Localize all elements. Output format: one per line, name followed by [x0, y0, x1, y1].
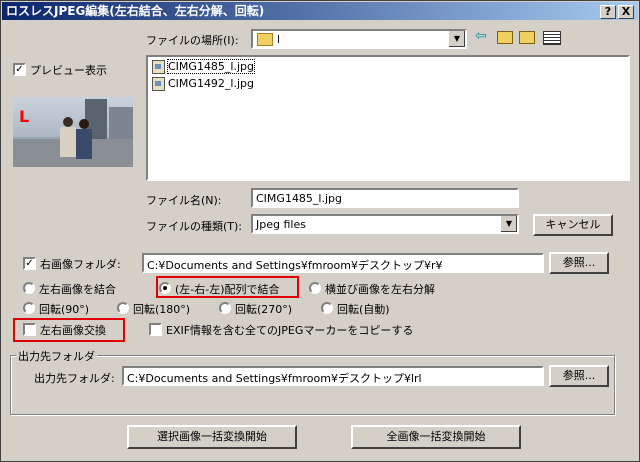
help-button[interactable]: ?: [600, 5, 616, 19]
filetype-value: Jpeg files: [256, 218, 306, 231]
right-folder-input[interactable]: C:¥Documents and Settings¥fmroom¥デスクトップ¥…: [142, 253, 544, 273]
right-folder-browse-button[interactable]: 参照...: [549, 252, 609, 274]
cancel-button[interactable]: キャンセル: [533, 214, 613, 236]
file-name: CIMG1485_l.jpg: [166, 59, 256, 74]
output-browse-button[interactable]: 参照...: [549, 365, 609, 387]
view-menu-icon[interactable]: [543, 31, 561, 45]
location-combo[interactable]: l ▼: [251, 29, 467, 49]
rotate-radio-90[interactable]: [23, 302, 35, 314]
mode-label-split: 横並び画像を左右分解: [325, 283, 435, 296]
swap-checkbox[interactable]: [23, 323, 36, 336]
back-arrow-icon[interactable]: ⇦: [475, 29, 491, 45]
output-folder-input[interactable]: C:¥Documents and Settings¥fmroom¥デスクトップ¥…: [122, 366, 544, 386]
rotate-label-180: 回転(180°): [133, 303, 191, 316]
filename-input[interactable]: CIMG1485_l.jpg: [251, 188, 519, 208]
jpeg-file-icon: [152, 60, 165, 74]
preview-checkbox[interactable]: ✓: [13, 63, 26, 76]
title-bar[interactable]: ロスレスJPEG編集(左右結合、左右分解、回転) ? X: [2, 2, 638, 20]
dialog-window: ロスレスJPEG編集(左右結合、左右分解、回転) ? X ファイルの場所(I):…: [0, 0, 640, 462]
mode-radio-lrl[interactable]: [159, 282, 171, 294]
rotate-label-90: 回転(90°): [39, 303, 90, 316]
convert-selected-button[interactable]: 選択画像一括変換開始: [127, 425, 297, 449]
preview-overlay-letter: L: [19, 107, 30, 126]
rotate-label-auto: 回転(自動): [337, 303, 390, 316]
output-folder-label: 出力先フォルダ:: [34, 372, 115, 385]
exif-checkbox[interactable]: [149, 323, 162, 336]
preview-label: プレビュー表示: [30, 64, 107, 77]
filename-label: ファイル名(N):: [146, 194, 222, 207]
up-folder-icon[interactable]: [497, 31, 513, 44]
filetype-dropdown-button[interactable]: ▼: [500, 216, 517, 232]
convert-all-button[interactable]: 全画像一括変換開始: [351, 425, 521, 449]
output-folder-value: C:¥Documents and Settings¥fmroom¥デスクトップ¥…: [127, 372, 422, 385]
output-group-title: 出力先フォルダ: [16, 348, 97, 364]
right-folder-value: C:¥Documents and Settings¥fmroom¥デスクトップ¥…: [147, 259, 443, 272]
file-list[interactable]: CIMG1485_l.jpg CIMG1492_l.jpg: [146, 55, 630, 181]
mode-radio-combine[interactable]: [23, 282, 35, 294]
location-value: l: [277, 33, 281, 46]
preview-image: L: [13, 97, 133, 167]
mode-radio-split[interactable]: [309, 282, 321, 294]
new-folder-icon[interactable]: [519, 31, 535, 44]
file-item[interactable]: CIMG1492_l.jpg: [152, 76, 254, 91]
rotate-radio-180[interactable]: [117, 302, 129, 314]
filename-value: CIMG1485_l.jpg: [256, 192, 343, 205]
file-name: CIMG1492_l.jpg: [168, 77, 255, 90]
file-item[interactable]: CIMG1485_l.jpg: [152, 59, 256, 74]
rotate-radio-auto[interactable]: [321, 302, 333, 314]
window-title: ロスレスJPEG編集(左右結合、左右分解、回転): [6, 4, 265, 18]
rotate-label-270: 回転(270°): [235, 303, 293, 316]
right-folder-label: 右画像フォルダ:: [40, 258, 121, 271]
folder-icon: [257, 33, 273, 46]
swap-label: 左右画像交換: [40, 324, 106, 337]
close-button[interactable]: X: [618, 5, 634, 19]
rotate-radio-270[interactable]: [219, 302, 231, 314]
location-dropdown-button[interactable]: ▼: [448, 31, 465, 47]
mode-label-lrl: (左-右-左)配列で結合: [175, 283, 280, 296]
filetype-select[interactable]: Jpeg files ▼: [251, 214, 519, 234]
filetype-label: ファイルの種類(T):: [146, 220, 243, 233]
exif-label: EXIF情報を含む全てのJPEGマーカーをコピーする: [166, 324, 414, 337]
right-folder-checkbox[interactable]: ✓: [23, 257, 36, 270]
jpeg-file-icon: [152, 77, 165, 91]
location-label: ファイルの場所(I):: [146, 34, 239, 47]
mode-label-combine: 左右画像を結合: [39, 283, 116, 296]
